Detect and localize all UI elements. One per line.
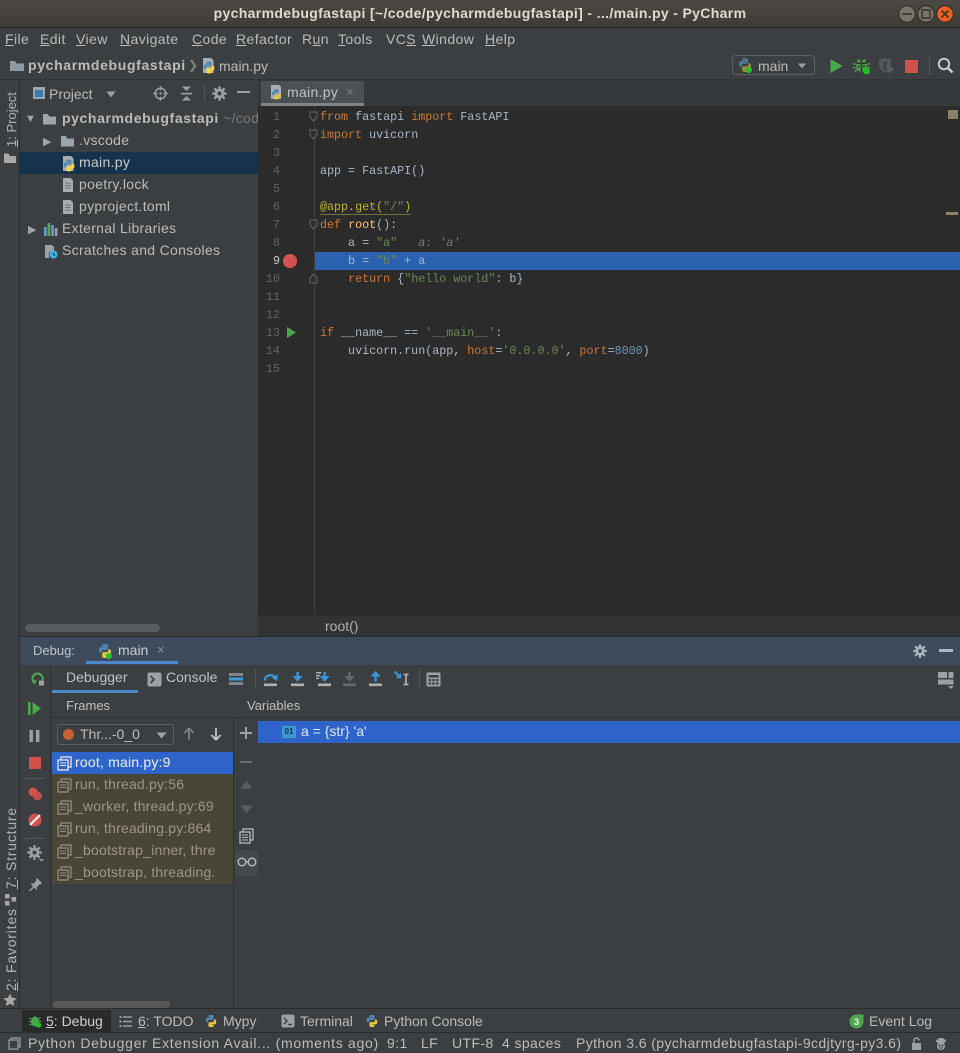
svg-text:3: 3 bbox=[854, 1017, 859, 1027]
